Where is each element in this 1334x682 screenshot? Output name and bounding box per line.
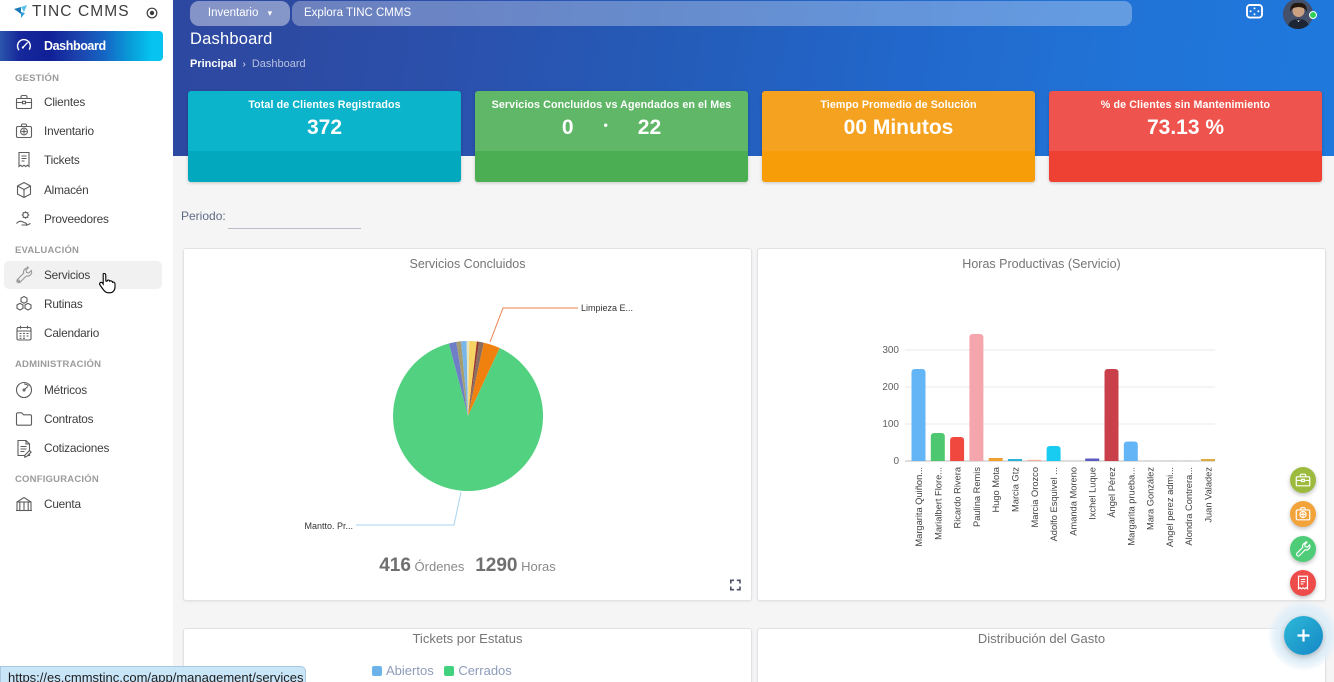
svg-text:Adolfo Esquivel ...: Adolfo Esquivel ...: [1049, 467, 1059, 541]
svg-text:Paulina Remis: Paulina Remis: [972, 467, 982, 527]
svg-text:Angel perez admi...: Angel perez admi...: [1165, 467, 1175, 547]
svg-text:Ricardo Rivera: Ricardo Rivera: [953, 466, 963, 528]
svg-text:Margarita Quiñon...: Margarita Quiñon...: [914, 467, 924, 547]
svg-text:Alondra Contrera...: Alondra Contrera...: [1184, 467, 1194, 546]
svg-text:Ixchel Luque: Ixchel Luque: [1088, 467, 1098, 520]
svg-text:200: 200: [882, 382, 899, 393]
svg-text:Hugo Mota: Hugo Mota: [991, 466, 1001, 512]
svg-text:Amanda Moreno: Amanda Moreno: [1068, 467, 1078, 536]
svg-text:Marcia Orozco: Marcia Orozco: [1030, 467, 1040, 527]
svg-text:0: 0: [893, 456, 899, 467]
svg-text:100: 100: [882, 419, 899, 430]
svg-text:Ángel Pérez: Ángel Pérez: [1107, 467, 1117, 518]
svg-text:300: 300: [882, 345, 899, 356]
svg-text:Mara González: Mara González: [1146, 467, 1156, 530]
svg-text:Marcia Gtz: Marcia Gtz: [1011, 467, 1021, 512]
svg-text:Limpieza E...: Limpieza E...: [581, 303, 633, 313]
svg-text:Juan Valadez: Juan Valadez: [1204, 467, 1214, 523]
svg-text:Margarita prueba...: Margarita prueba...: [1126, 467, 1136, 546]
svg-text:Marialbert Flore...: Marialbert Flore...: [933, 467, 943, 540]
svg-text:Mantto. Pr...: Mantto. Pr...: [304, 521, 353, 531]
